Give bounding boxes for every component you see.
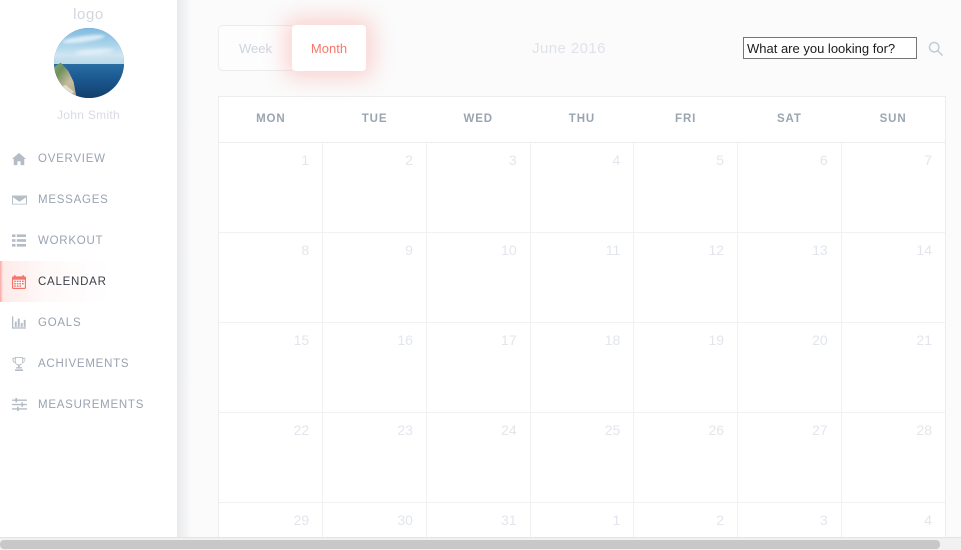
day-cell[interactable]: 1 <box>219 142 324 233</box>
calendar-week-row: 22 23 24 25 26 27 28 <box>219 412 945 503</box>
day-header-fri: FRI <box>633 97 738 143</box>
list-icon <box>12 234 38 247</box>
user-name: John Smith <box>56 108 121 122</box>
envelope-icon <box>12 194 38 206</box>
sliders-icon <box>12 398 38 411</box>
day-cell[interactable]: 28 <box>841 412 945 503</box>
sidebar-item-label: MEASUREMENTS <box>38 398 145 411</box>
calendar-week-row: 15 16 17 18 19 20 21 <box>219 322 945 413</box>
day-cell[interactable]: 2 <box>322 142 427 233</box>
week-view-button[interactable]: Week <box>218 25 292 71</box>
sidebar-item-calendar[interactable]: CALENDAR <box>0 261 177 302</box>
day-cell[interactable]: 9 <box>322 232 427 323</box>
calendar-icon <box>12 274 38 289</box>
day-cell[interactable]: 23 <box>322 412 427 503</box>
day-header-thu: THU <box>530 97 634 143</box>
calendar-body: 1 2 3 4 5 6 7 8 9 10 11 12 13 14 15 16 1… <box>219 142 945 550</box>
day-cell[interactable]: 11 <box>530 232 635 323</box>
day-cell[interactable]: 12 <box>633 232 739 323</box>
sidebar-item-label: MESSAGES <box>38 193 109 206</box>
bar-chart-icon <box>12 316 38 329</box>
search-input[interactable] <box>743 37 917 59</box>
day-cell[interactable]: 7 <box>841 142 945 233</box>
sidebar-item-label: GOALS <box>38 316 82 329</box>
avatar-wrapper <box>0 28 177 98</box>
day-cell[interactable]: 19 <box>633 322 739 413</box>
calendar-header-row: MON TUE WED THU FRI SAT SUN <box>219 97 945 143</box>
calendar-week-row: 1 2 3 4 5 6 7 <box>219 142 945 233</box>
calendar-panel: MON TUE WED THU FRI SAT SUN 1 2 3 4 5 6 … <box>218 96 946 550</box>
day-cell[interactable]: 18 <box>530 322 635 413</box>
day-cell[interactable]: 6 <box>737 142 842 233</box>
day-cell[interactable]: 8 <box>219 232 324 323</box>
day-header-sun: SUN <box>841 97 945 143</box>
sidebar-item-label: WORKOUT <box>38 234 104 247</box>
calendar-week-row: 8 9 10 11 12 13 14 <box>219 232 945 323</box>
view-toggle: Week Month <box>218 25 366 71</box>
day-cell[interactable]: 25 <box>530 412 635 503</box>
sidebar-item-goals[interactable]: GOALS <box>0 302 177 343</box>
day-cell[interactable]: 24 <box>426 412 531 503</box>
day-cell[interactable]: 5 <box>633 142 739 233</box>
calendar-table: MON TUE WED THU FRI SAT SUN 1 2 3 4 5 6 … <box>219 97 945 550</box>
home-icon <box>12 152 38 166</box>
app-root: logo John Smith OVERVIEW MESSAGES WORKOU… <box>0 0 961 550</box>
avatar <box>53 28 124 98</box>
main-content: Week Month June 2016 MON T <box>177 0 961 550</box>
sidebar-item-overview[interactable]: OVERVIEW <box>0 138 177 179</box>
sidebar-item-label: ACHIVEMENTS <box>38 357 130 370</box>
toolbar: Week Month June 2016 <box>177 0 961 96</box>
avatar-sky <box>53 28 124 65</box>
day-header-tue: TUE <box>322 97 427 143</box>
day-cell[interactable]: 3 <box>426 142 531 233</box>
day-cell[interactable]: 16 <box>322 322 427 413</box>
sidebar-item-workout[interactable]: WORKOUT <box>0 220 177 261</box>
day-cell[interactable]: 27 <box>737 412 842 503</box>
day-header-mon: MON <box>219 97 323 143</box>
day-cell[interactable]: 17 <box>426 322 531 413</box>
day-cell[interactable]: 4 <box>530 142 635 233</box>
sidebar: logo John Smith OVERVIEW MESSAGES WORKOU… <box>0 0 177 550</box>
day-cell[interactable]: 14 <box>841 232 945 323</box>
day-header-wed: WED <box>426 97 531 143</box>
sidebar-item-label: OVERVIEW <box>38 152 106 165</box>
trophy-icon <box>12 356 38 371</box>
day-cell[interactable]: 21 <box>841 322 945 413</box>
logo: logo <box>73 6 104 23</box>
sidebar-item-measurements[interactable]: MEASUREMENTS <box>0 384 177 425</box>
sidebar-item-messages[interactable]: MESSAGES <box>0 179 177 220</box>
sidebar-item-label: CALENDAR <box>38 275 107 288</box>
search-area <box>743 36 947 60</box>
day-cell[interactable]: 22 <box>219 412 324 503</box>
day-cell[interactable]: 15 <box>219 322 324 413</box>
horizontal-scrollbar[interactable] <box>0 537 961 550</box>
sidebar-item-achivements[interactable]: ACHIVEMENTS <box>0 343 177 384</box>
day-header-sat: SAT <box>737 97 842 143</box>
day-cell[interactable]: 13 <box>737 232 842 323</box>
calendar-header: MON TUE WED THU FRI SAT SUN <box>219 97 945 143</box>
day-cell[interactable]: 26 <box>633 412 739 503</box>
sidebar-nav: OVERVIEW MESSAGES WORKOUT CALENDAR GOALS… <box>0 138 177 425</box>
month-view-button[interactable]: Month <box>292 25 366 71</box>
day-cell[interactable]: 20 <box>737 322 842 413</box>
day-cell[interactable]: 10 <box>426 232 531 323</box>
scrollbar-thumb[interactable] <box>0 540 940 549</box>
search-icon[interactable] <box>923 36 947 60</box>
